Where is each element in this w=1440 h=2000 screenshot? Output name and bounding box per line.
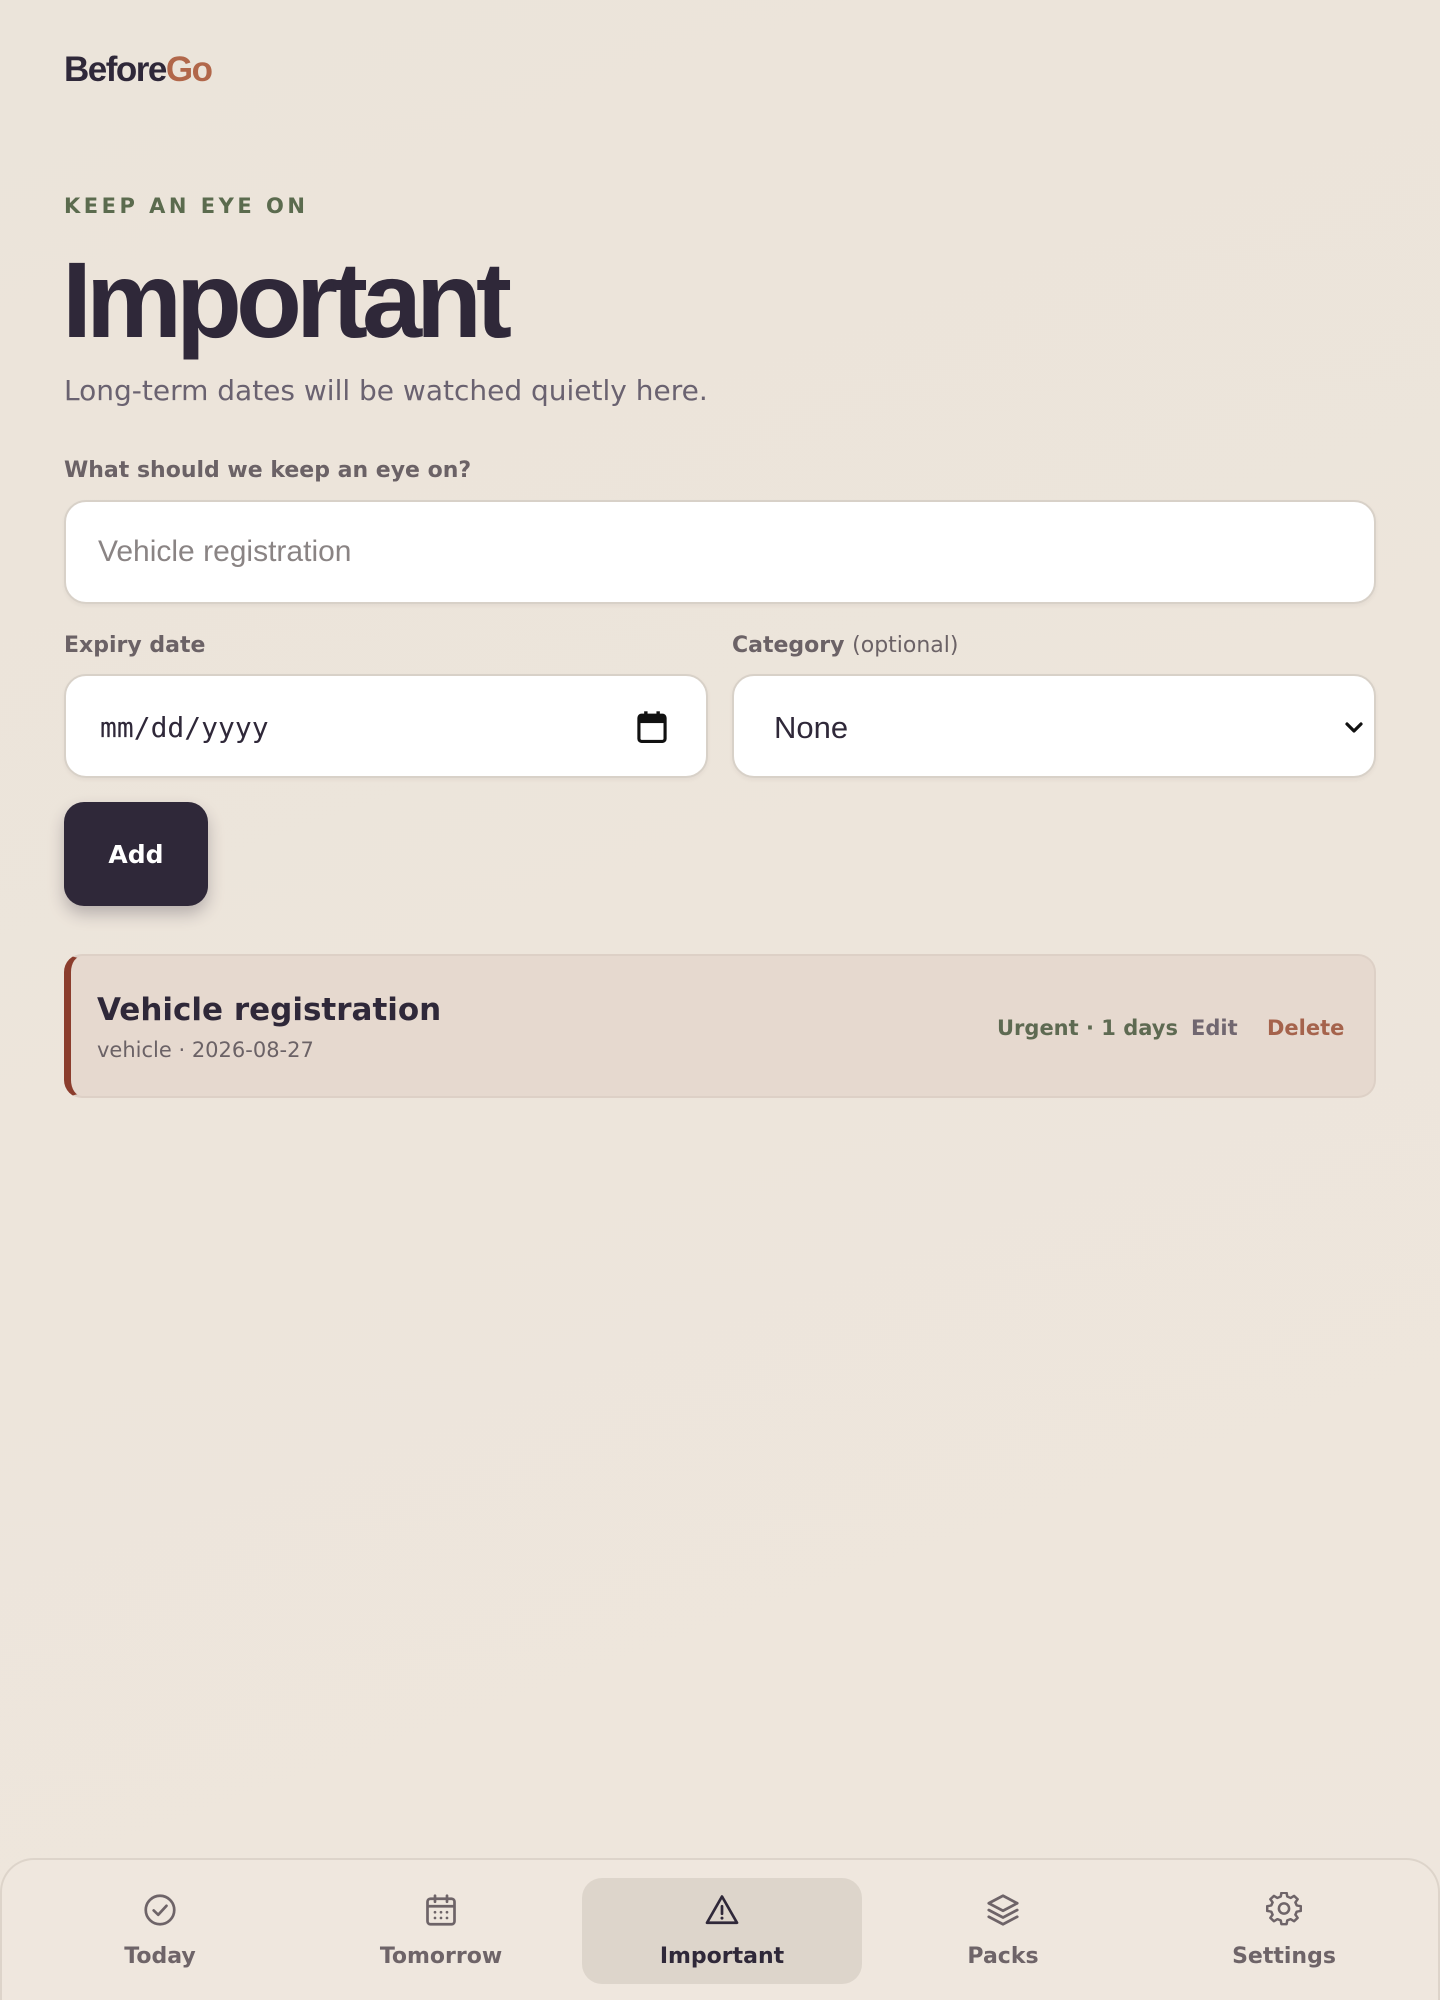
nav-label-packs: Packs: [967, 1944, 1039, 1969]
page-eyebrow: KEEP AN EYE ON: [64, 194, 309, 218]
item-title: Vehicle registration: [97, 992, 442, 1028]
category-select[interactable]: None: [732, 674, 1376, 778]
what-label: What should we keep an eye on?: [64, 458, 472, 483]
category-label-text: Category: [732, 633, 845, 658]
nav-item-tomorrow[interactable]: Tomorrow: [301, 1878, 581, 1984]
expiry-date-placeholder: mm/dd/yyyy: [100, 711, 269, 744]
chevron-down-icon: [1345, 722, 1363, 733]
page-title: Important: [62, 239, 512, 360]
nav-label-settings: Settings: [1232, 1944, 1336, 1969]
page-subtitle: Long-term dates will be watched quietly …: [64, 374, 708, 407]
brand-part-go: Go: [165, 50, 213, 89]
gear-icon: [1266, 1892, 1302, 1926]
nav-item-important[interactable]: Important: [582, 1878, 862, 1984]
list-item: Vehicle registration vehicle · 2026-08-2…: [64, 954, 1376, 1098]
expiry-date-input[interactable]: mm/dd/yyyy: [64, 674, 708, 778]
calendar-picker-icon[interactable]: [636, 710, 668, 744]
nav-item-today[interactable]: Today: [20, 1878, 300, 1984]
nav-label-tomorrow: Tomorrow: [379, 1944, 503, 1969]
item-meta: vehicle · 2026-08-27: [97, 1038, 314, 1062]
bottom-nav: Today Tomorrow Important Packs Settings: [0, 1858, 1440, 2000]
nav-item-packs[interactable]: Packs: [863, 1878, 1143, 1984]
nav-item-settings[interactable]: Settings: [1144, 1878, 1424, 1984]
category-optional-text: (optional): [852, 633, 959, 658]
nav-label-important: Important: [659, 1944, 785, 1969]
category-label: Category (optional): [732, 633, 958, 658]
what-field: [64, 500, 1376, 604]
check-circle-icon: [144, 1894, 176, 1926]
category-selected-value: None: [774, 710, 849, 745]
nav-label-today: Today: [124, 1944, 196, 1969]
layers-icon: [987, 1894, 1019, 1926]
item-status: Urgent · 1 days: [997, 1016, 1178, 1040]
add-button[interactable]: Add: [64, 802, 208, 906]
what-input[interactable]: [66, 502, 1374, 602]
expiry-label: Expiry date: [64, 633, 206, 658]
edit-button[interactable]: Edit: [1191, 1016, 1238, 1040]
brand-logo[interactable]: BeforeGo: [64, 50, 213, 90]
delete-button[interactable]: Delete: [1267, 1016, 1344, 1040]
calendar-icon: [426, 1894, 456, 1926]
brand-part-before: Before: [64, 50, 167, 89]
warning-triangle-icon: [705, 1895, 739, 1925]
